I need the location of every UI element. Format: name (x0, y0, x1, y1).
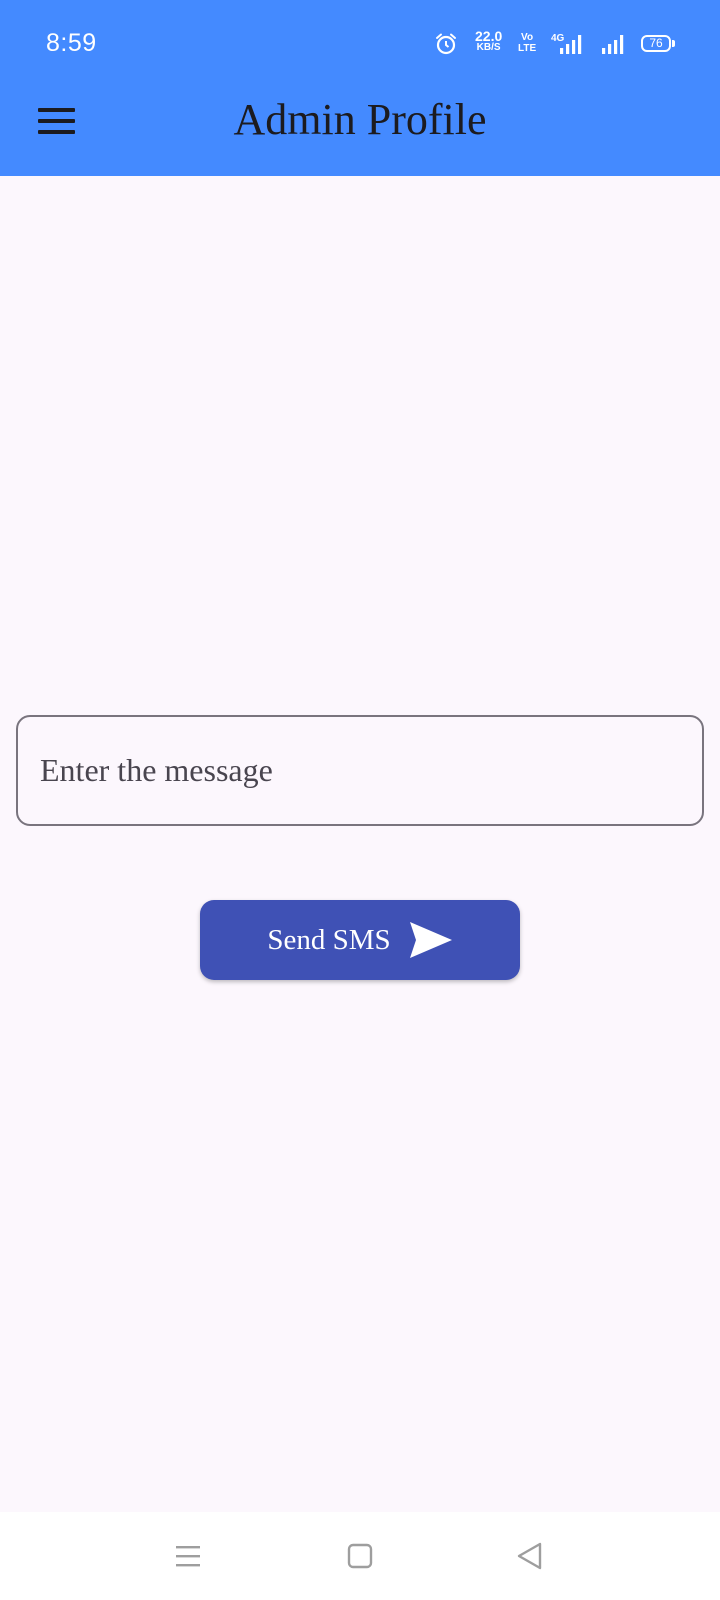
battery-icon: 76 (641, 35, 671, 52)
volte-top: Vo (521, 32, 534, 43)
back-icon (517, 1542, 542, 1570)
volte-indicator: Vo LTE (518, 32, 536, 54)
home-icon (347, 1543, 373, 1569)
app-bar: 8:59 22.0 KB/S Vo LTE 4G 76 Admin Profil… (0, 0, 720, 176)
alarm-icon (436, 33, 456, 55)
status-bar: 8:59 22.0 KB/S Vo LTE 4G 76 (0, 0, 720, 88)
signal-icon-2 (602, 35, 624, 54)
send-icon (409, 922, 452, 958)
page-title: Admin Profile (233, 95, 487, 144)
status-time: 8:59 (46, 29, 97, 57)
net-speed: 22.0 KB/S (475, 28, 503, 54)
net-speed-value: 22.0 (475, 28, 503, 44)
volte-bottom: LTE (518, 43, 537, 54)
send-sms-button[interactable]: Send SMS (200, 900, 520, 980)
home-button[interactable] (330, 1530, 390, 1582)
signal-icon (560, 35, 582, 54)
send-button-label: Send SMS (267, 923, 391, 956)
message-input[interactable] (16, 715, 704, 826)
net-speed-unit: KB/S (476, 42, 501, 53)
system-nav-bar (0, 1512, 720, 1600)
recents-icon (176, 1546, 200, 1567)
battery-tip (672, 40, 675, 47)
back-button[interactable] (500, 1530, 560, 1582)
recents-button[interactable] (158, 1530, 218, 1582)
